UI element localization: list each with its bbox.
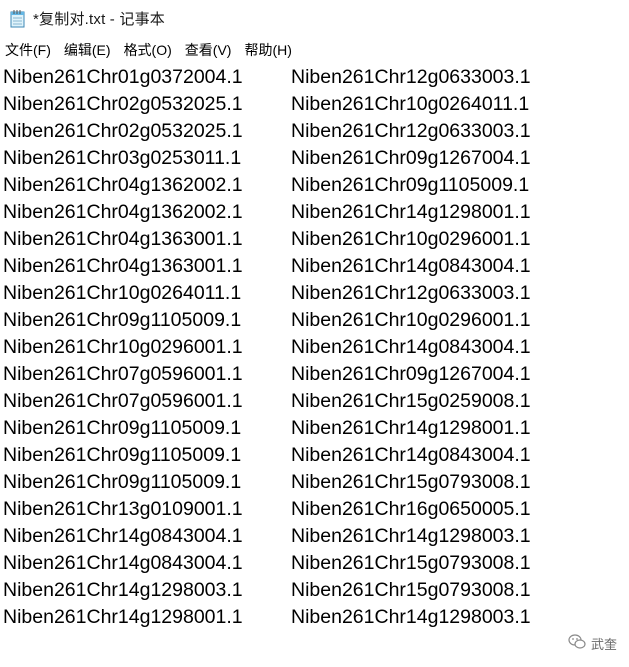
gene-id-right: Niben261Chr14g0843004.1 [291, 255, 531, 277]
text-line: Niben261Chr09g1105009.1 Niben261Chr14g084… [3, 442, 603, 469]
gene-id-right: Niben261Chr12g0633003.1 [291, 120, 531, 142]
gene-id-left: Niben261Chr09g1105009.1 [3, 471, 242, 493]
gene-id-right: Niben261Chr09g1267004.1 [291, 363, 531, 385]
text-line: Niben261Chr09g1105009.1 Niben261Chr14g129… [3, 415, 603, 442]
gene-id-right: Niben261Chr15g0259008.1 [291, 390, 531, 412]
menu-help[interactable]: 帮助(H) [238, 39, 295, 61]
text-line: Niben261Chr07g0596001.1 Niben261Chr15g025… [3, 388, 603, 415]
text-line: Niben261Chr13g0109001.1 Niben261Chr16g065… [3, 496, 603, 523]
gene-id-left: Niben261Chr04g1363001.1 [3, 228, 243, 250]
gene-id-right: Niben261Chr14g1298001.1 [291, 417, 531, 439]
gene-id-right: Niben261Chr09g1105009.1 [291, 174, 530, 196]
gene-id-right: Niben261Chr14g1298003.1 [291, 606, 531, 628]
gene-id-left: Niben261Chr10g0264011.1 [3, 282, 242, 304]
title-bar[interactable]: *复制对.txt - 记事本 [0, 0, 629, 36]
notepad-icon [10, 9, 26, 28]
menu-bar: 文件(F) 编辑(E) 格式(O) 查看(V) 帮助(H) [0, 38, 629, 62]
text-line: Niben261Chr10g0296001.1 Niben261Chr14g084… [3, 334, 603, 361]
text-line: Niben261Chr09g1105009.1 Niben261Chr15g079… [3, 469, 603, 496]
text-line: Niben261Chr14g0843004.1 Niben261Chr14g129… [3, 523, 603, 550]
gene-id-left: Niben261Chr09g1105009.1 [3, 309, 242, 331]
gene-id-right: Niben261Chr12g0633003.1 [291, 282, 531, 304]
gene-id-left: Niben261Chr14g0843004.1 [3, 525, 243, 547]
wechat-icon [568, 634, 586, 653]
gene-id-left: Niben261Chr04g1363001.1 [3, 255, 243, 277]
gene-id-left: Niben261Chr13g0109001.1 [3, 498, 243, 520]
text-line: Niben261Chr14g1298003.1 Niben261Chr15g079… [3, 577, 603, 604]
window-title: *复制对.txt - 记事本 [33, 10, 165, 28]
text-line: Niben261Chr04g1363001.1 Niben261Chr10g029… [3, 226, 603, 253]
text-line: Niben261Chr10g0264011.1 Niben261Chr12g063… [3, 280, 603, 307]
text-line: Niben261Chr14g1298001.1 Niben261Chr14g129… [3, 604, 603, 631]
gene-id-right: Niben261Chr09g1267004.1 [291, 147, 531, 169]
text-line: Niben261Chr04g1362002.1 Niben261Chr14g129… [3, 199, 603, 226]
text-line: Niben261Chr09g1105009.1 Niben261Chr10g029… [3, 307, 603, 334]
gene-id-left: Niben261Chr01g0372004.1 [3, 66, 243, 88]
gene-id-right: Niben261Chr16g0650005.1 [291, 498, 531, 520]
gene-id-left: Niben261Chr14g0843004.1 [3, 552, 243, 574]
notepad-window: *复制对.txt - 记事本 文件(F) 编辑(E) 格式(O) 查看(V) 帮… [0, 0, 629, 667]
menu-file[interactable]: 文件(F) [0, 39, 55, 61]
gene-id-left: Niben261Chr09g1105009.1 [3, 444, 242, 466]
gene-id-right: Niben261Chr14g1298001.1 [291, 201, 531, 223]
gene-id-right: Niben261Chr14g1298003.1 [291, 525, 531, 547]
gene-id-left: Niben261Chr03g0253011.1 [3, 147, 242, 169]
text-line: Niben261Chr14g0843004.1 Niben261Chr15g079… [3, 550, 603, 577]
gene-id-right: Niben261Chr15g0793008.1 [291, 471, 531, 493]
gene-id-right: Niben261Chr12g0633003.1 [291, 66, 531, 88]
watermark-text: 武奎 [590, 637, 617, 652]
gene-id-left: Niben261Chr09g1105009.1 [3, 417, 242, 439]
gene-id-left: Niben261Chr14g1298001.1 [3, 606, 243, 628]
menu-edit[interactable]: 编辑(E) [58, 39, 115, 61]
text-line: Niben261Chr02g0532025.1 Niben261Chr10g026… [3, 91, 603, 118]
gene-id-right: Niben261Chr14g0843004.1 [291, 444, 531, 466]
gene-id-left: Niben261Chr14g1298003.1 [3, 579, 243, 601]
gene-id-right: Niben261Chr10g0264011.1 [291, 93, 530, 115]
gene-id-left: Niben261Chr07g0596001.1 [3, 390, 243, 412]
gene-id-left: Niben261Chr02g0532025.1 [3, 93, 243, 115]
gene-id-left: Niben261Chr10g0296001.1 [3, 336, 243, 358]
gene-id-right: Niben261Chr10g0296001.1 [291, 228, 531, 250]
text-line: Niben261Chr02g0532025.1 Niben261Chr12g063… [3, 118, 603, 145]
gene-id-left: Niben261Chr02g0532025.1 [3, 120, 243, 142]
gene-id-left: Niben261Chr04g1362002.1 [3, 201, 243, 223]
text-line: Niben261Chr07g0596001.1 Niben261Chr09g126… [3, 361, 603, 388]
menu-view[interactable]: 查看(V) [179, 39, 236, 61]
text-line: Niben261Chr03g0253011.1 Niben261Chr09g126… [3, 145, 603, 172]
gene-id-right: Niben261Chr10g0296001.1 [291, 309, 531, 331]
text-line: Niben261Chr01g0372004.1 Niben261Chr12g063… [3, 64, 603, 91]
watermark: 武奎 [568, 634, 617, 653]
gene-id-right: Niben261Chr15g0793008.1 [291, 579, 531, 601]
gene-id-right: Niben261Chr14g0843004.1 [291, 336, 531, 358]
gene-id-left: Niben261Chr07g0596001.1 [3, 363, 243, 385]
gene-id-left: Niben261Chr04g1362002.1 [3, 174, 243, 196]
text-line: Niben261Chr04g1363001.1 Niben261Chr14g084… [3, 253, 603, 280]
menu-format[interactable]: 格式(O) [118, 39, 176, 61]
gene-id-right: Niben261Chr15g0793008.1 [291, 552, 531, 574]
text-editor-area[interactable]: Niben261Chr01g0372004.1 Niben261Chr12g063… [0, 62, 629, 667]
text-line: Niben261Chr04g1362002.1 Niben261Chr09g110… [3, 172, 603, 199]
